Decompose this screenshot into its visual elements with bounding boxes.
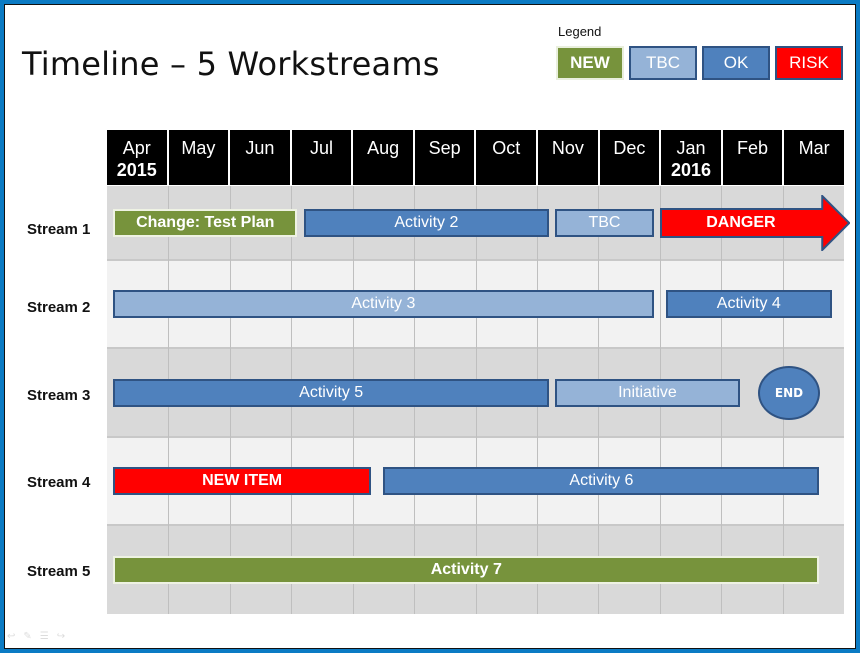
page-title: Timeline – 5 Workstreams xyxy=(22,45,440,83)
month-header-cell: Dec xyxy=(599,130,662,185)
month-header-cell: May xyxy=(168,130,231,185)
month-label: Jan xyxy=(676,138,706,158)
year-label: 2016 xyxy=(670,160,712,180)
activity-bar[interactable]: Change: Test Plan xyxy=(113,209,298,237)
month-label: Aug xyxy=(367,138,400,158)
month-label: Apr xyxy=(122,138,151,158)
pen-icon[interactable]: ✎ xyxy=(23,631,31,642)
stream-label: Stream 2 xyxy=(27,299,91,316)
stream-label: Stream 1 xyxy=(27,221,91,238)
legend-label: Legend xyxy=(558,24,602,39)
year-label: 2015 xyxy=(116,160,157,180)
activity-bar[interactable]: Activity 4 xyxy=(665,290,832,318)
month-label: Nov xyxy=(551,138,584,158)
slide: Timeline – 5 Workstreams Legend NEW TBC … xyxy=(4,4,856,649)
month-header-cell: Jun xyxy=(230,130,292,185)
legend-risk: RISK xyxy=(775,46,843,80)
activity-bar[interactable]: Activity 6 xyxy=(383,467,820,495)
month-header-cell: Apr 2015 xyxy=(107,130,169,185)
month-label: May xyxy=(181,138,216,158)
stream-label: Stream 5 xyxy=(27,563,91,580)
month-header-cell: Oct xyxy=(476,130,539,185)
month-label: Oct xyxy=(492,138,521,158)
activity-bar[interactable]: TBC xyxy=(555,209,654,237)
activity-bar[interactable]: NEW ITEM xyxy=(113,467,372,495)
legend-tbc: TBC xyxy=(629,46,697,80)
activity-bar[interactable]: Activity 7 xyxy=(113,555,820,584)
month-label: Dec xyxy=(613,138,646,158)
legend-ok: OK xyxy=(702,46,770,80)
month-label: Feb xyxy=(737,138,769,158)
month-header: Apr 2015 May Jun Jul Aug Sep Oct Nov Dec … xyxy=(107,130,844,185)
activity-bar[interactable]: Activity 5 xyxy=(113,378,550,407)
stream-label: Stream 3 xyxy=(27,387,91,404)
activity-bar[interactable]: Activity 3 xyxy=(113,290,654,318)
menu-icon[interactable]: ☰ xyxy=(40,631,49,642)
month-header-cell: Sep xyxy=(414,130,477,185)
month-header-cell: Mar xyxy=(784,130,844,185)
stream-label: Stream 4 xyxy=(27,474,91,491)
month-label: Sep xyxy=(428,138,461,158)
month-header-cell: Jan 2016 xyxy=(661,130,723,185)
month-label: Jun xyxy=(245,138,275,158)
month-header-cell: Feb xyxy=(722,130,785,185)
month-label: Mar xyxy=(798,138,830,158)
month-header-cell: Nov xyxy=(538,130,600,185)
month-header-cell: Jul xyxy=(291,130,354,185)
activity-label: DANGER xyxy=(706,214,776,231)
month-label: Jul xyxy=(310,138,334,158)
activity-bar[interactable]: Initiative xyxy=(555,378,740,407)
legend-new: NEW xyxy=(556,46,624,80)
back-icon[interactable]: ↩ xyxy=(7,631,15,642)
activity-bar[interactable]: Activity 2 xyxy=(303,209,550,237)
end-milestone[interactable]: END xyxy=(758,365,821,420)
month-header-cell: Aug xyxy=(353,130,415,185)
forward-icon[interactable]: ↪ xyxy=(57,631,65,642)
slide-toolbar: ↩ ✎ ☰ ↪ xyxy=(7,631,65,642)
